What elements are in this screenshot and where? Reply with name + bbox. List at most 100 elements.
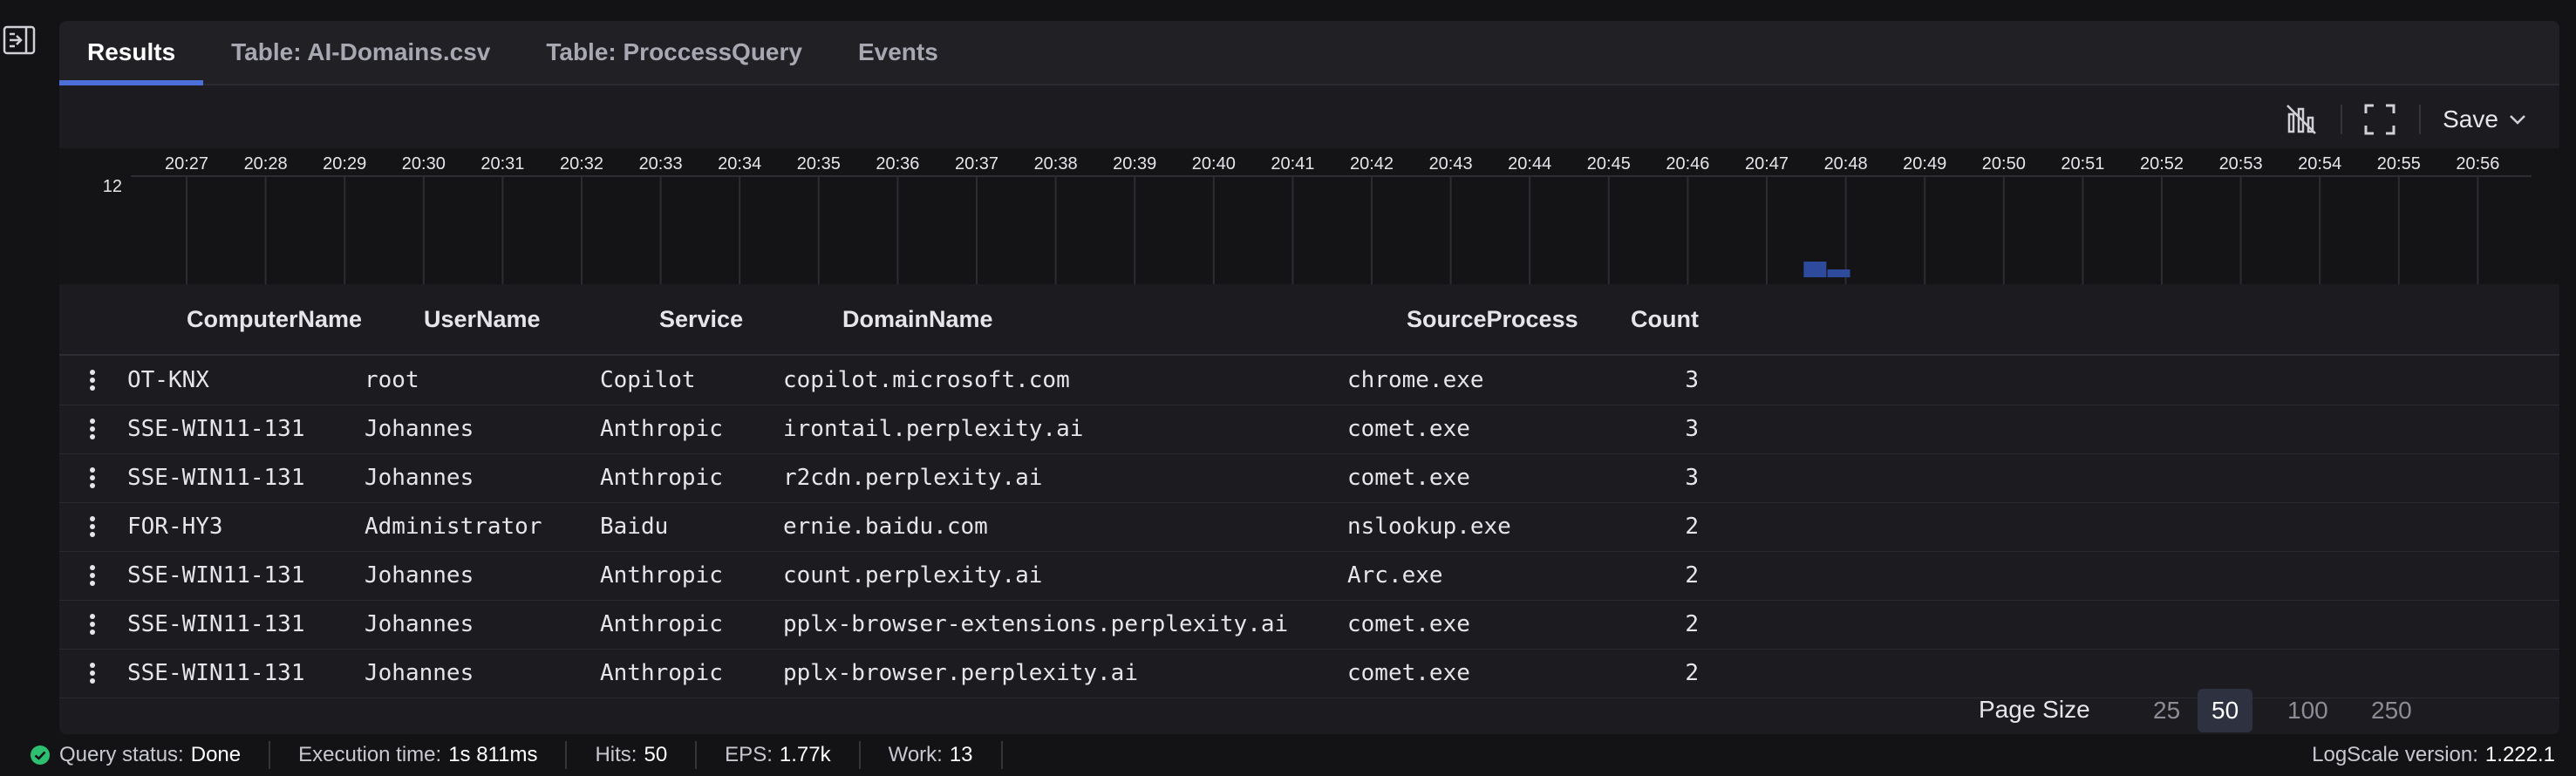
cell-count: 2 [1685,660,1699,686]
cell-sourceprocess: Arc.exe [1347,562,1443,589]
eps-label: EPS: [725,743,773,766]
page-size-option-100[interactable]: 100 [2273,689,2342,732]
execution-time: Execution time: 1s 811ms [270,741,568,769]
histogram-time-label: 20:33 [639,154,683,174]
row-menu-icon[interactable] [82,551,103,600]
cell-count: 3 [1685,465,1699,491]
histogram-time-label: 20:56 [2456,154,2499,174]
histogram-time-label: 20:32 [560,154,603,174]
histogram-time-label: 20:40 [1192,154,1236,174]
table-row[interactable]: SSE-WIN11-131 Johannes Anthropic irontail.p… [59,405,2559,454]
left-rail [0,0,59,743]
cell-sourceprocess: chrome.exe [1347,367,1484,393]
histogram-time-label: 20:37 [955,154,998,174]
table-row[interactable]: OT-KNX root Copilot copilot.microsoft.com ch… [59,356,2559,405]
eps-value: 1.77k [779,743,831,766]
table-row[interactable]: FOR-HY3 Administrator Baidu ernie.baidu.com… [59,502,2559,552]
histogram-time-label: 20:38 [1034,154,1078,174]
tab-bar: Results Table: AI-Domains.csv Table: Pro… [59,21,2559,85]
histogram-time-label: 20:48 [1824,154,1868,174]
page-size-option-50[interactable]: 50 [2198,689,2253,732]
histogram-time-label: 20:36 [876,154,919,174]
row-menu-icon[interactable] [82,356,103,405]
table-row[interactable]: SSE-WIN11-131 Johannes Anthropic count.perp… [59,551,2559,601]
cell-computername: SSE-WIN11-131 [127,611,305,637]
cell-username: Johannes [365,660,474,686]
cell-count: 3 [1685,416,1699,442]
tab-process-query-table[interactable]: Table: ProccessQuery [518,21,830,84]
page-size-option-25[interactable]: 25 [2139,689,2194,732]
page-size-option-250[interactable]: 250 [2357,689,2426,732]
version-label: LogScale version: [2312,743,2478,766]
hits: Hits: 50 [567,741,698,769]
row-menu-icon[interactable] [82,649,103,698]
hits-label: Hits: [595,743,637,766]
histogram-time-label: 20:50 [1982,154,2026,174]
column-header-sourceprocess[interactable]: SourceProcess [1407,284,1578,354]
column-header-username[interactable]: UserName [424,284,541,354]
query-status-value: Done [190,743,242,766]
cell-service: Copilot [600,367,696,393]
cell-count: 2 [1685,611,1699,637]
results-panel: Results Table: AI-Domains.csv Table: Pro… [59,21,2559,734]
cell-computername: SSE-WIN11-131 [127,660,305,686]
table-header: ComputerName UserName Service DomainName… [59,284,2559,356]
histogram-time-label: 20:29 [323,154,366,174]
cell-service: Anthropic [600,465,723,491]
cell-service: Anthropic [600,660,723,686]
row-menu-icon[interactable] [82,600,103,649]
hide-chart-icon[interactable] [2280,98,2323,141]
cell-count: 3 [1685,367,1699,393]
histogram-time-label: 20:53 [2219,154,2263,174]
save-button[interactable]: Save [2433,98,2538,141]
cell-sourceprocess: comet.exe [1347,465,1470,491]
histogram-time-label: 20:47 [1745,154,1789,174]
cell-sourceprocess: comet.exe [1347,611,1470,637]
execution-time-label: Execution time: [298,743,442,766]
check-circle-icon [31,745,50,765]
tab-events[interactable]: Events [830,21,966,84]
cell-count: 2 [1685,514,1699,540]
histogram-time-label: 20:43 [1429,154,1473,174]
cell-count: 2 [1685,562,1699,589]
cell-domainname: pplx-browser-extensions.perplexity.ai [783,611,1289,637]
query-status: Query status: Done [0,741,271,769]
row-menu-icon[interactable] [82,405,103,453]
chevron-down-icon [2510,115,2525,125]
cell-domainname: ernie.baidu.com [783,514,988,540]
cell-username: root [365,367,419,393]
status-bar: Query status: Done Execution time: 1s 81… [0,734,2576,776]
cell-computername: SSE-WIN11-131 [127,416,305,442]
cell-domainname: count.perplexity.ai [783,562,1043,589]
cell-computername: OT-KNX [127,367,209,393]
histogram-y-max-label: 12 [103,177,122,196]
query-status-label: Query status: [59,743,184,766]
fullscreen-icon[interactable] [2358,98,2402,141]
cell-sourceprocess: comet.exe [1347,416,1470,442]
work-label: Work: [888,743,943,766]
histogram-time-label: 20:55 [2377,154,2421,174]
tab-ai-domains-table[interactable]: Table: AI-Domains.csv [203,21,518,84]
column-header-count[interactable]: Count [1631,284,1699,354]
cell-sourceprocess: nslookup.exe [1347,514,1511,540]
histogram-time-label: 20:39 [1113,154,1156,174]
row-menu-icon[interactable] [82,502,103,551]
version-value: 1.222.1 [2484,743,2555,766]
cell-username: Johannes [365,465,474,491]
eps: EPS: 1.77k [697,741,861,769]
row-menu-icon[interactable] [82,453,103,502]
expand-panel-icon[interactable] [0,21,38,59]
table-row[interactable]: SSE-WIN11-131 Johannes Anthropic r2cdn.perp… [59,453,2559,503]
histogram-bar[interactable] [1803,262,1827,277]
column-header-domainname[interactable]: DomainName [842,284,993,354]
column-header-computername[interactable]: ComputerName [187,284,362,354]
histogram-time-label: 20:34 [718,154,761,174]
histogram-bar[interactable] [1827,269,1850,277]
histogram-time-label: 20:45 [1587,154,1631,174]
column-header-service[interactable]: Service [659,284,743,354]
histogram-time-label: 20:30 [402,154,446,174]
tab-results[interactable]: Results [59,21,204,85]
cell-service: Anthropic [600,416,723,442]
histogram-time-label: 20:42 [1350,154,1394,174]
table-row[interactable]: SSE-WIN11-131 Johannes Anthropic pplx-brows… [59,600,2559,650]
